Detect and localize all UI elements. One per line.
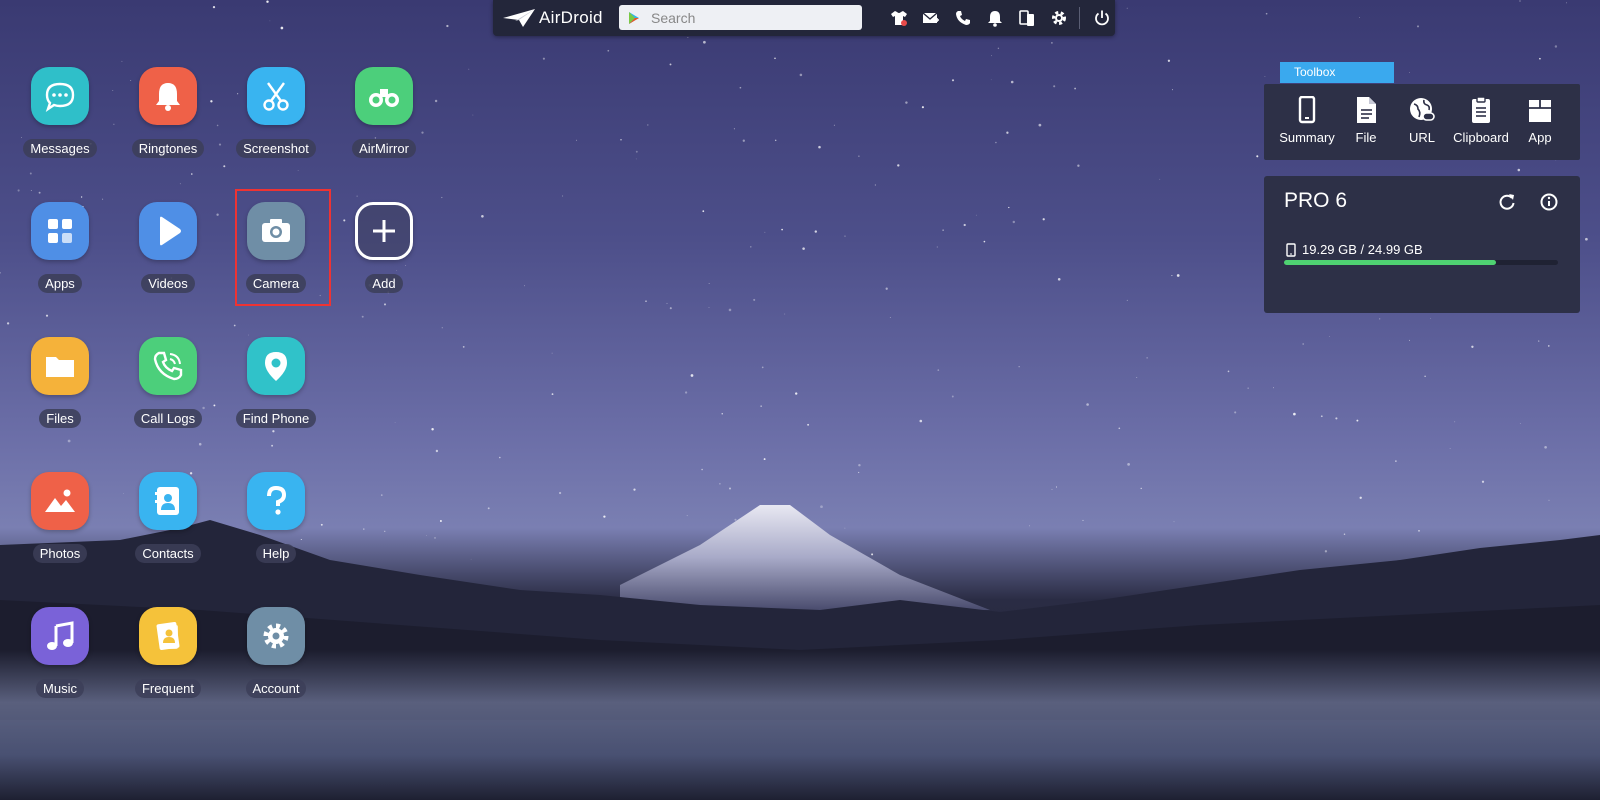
info-icon[interactable] bbox=[1539, 192, 1559, 212]
bell-icon[interactable] bbox=[979, 0, 1011, 36]
globe-link-icon bbox=[1410, 98, 1435, 121]
tool-label: File bbox=[1355, 130, 1377, 145]
refresh-icon[interactable] bbox=[1497, 192, 1517, 212]
app-label: Contacts bbox=[135, 544, 201, 563]
storage-info: 19.29 GB / 24.99 GB bbox=[1286, 242, 1423, 257]
folder-icon bbox=[31, 337, 89, 395]
toolbox-tab[interactable]: Toolbox bbox=[1280, 62, 1394, 83]
tool-label: Summary bbox=[1279, 130, 1335, 145]
search-box[interactable] bbox=[619, 5, 862, 30]
app-label: Ringtones bbox=[131, 139, 205, 158]
app-label: Help bbox=[255, 544, 297, 563]
app-frequent[interactable]: Frequent bbox=[113, 607, 223, 698]
app-label: Screenshot bbox=[236, 139, 316, 158]
phone-storage-icon bbox=[1286, 242, 1296, 257]
phone-icon[interactable] bbox=[947, 0, 979, 36]
app-label: Music bbox=[36, 679, 84, 698]
mountain-photo-icon bbox=[31, 472, 89, 530]
app-label: Account bbox=[245, 679, 307, 698]
toolbar-divider bbox=[1079, 7, 1080, 29]
app-ringtones[interactable]: Ringtones bbox=[113, 67, 223, 158]
app-music[interactable]: Music bbox=[5, 607, 115, 698]
app-help[interactable]: Help bbox=[221, 472, 331, 563]
binoculars-icon bbox=[355, 67, 413, 125]
app-label: Apps bbox=[38, 274, 82, 293]
app-videos[interactable]: Videos bbox=[113, 202, 223, 293]
app-contacts[interactable]: Contacts bbox=[113, 472, 223, 563]
question-icon bbox=[247, 472, 305, 530]
gear-icon bbox=[247, 607, 305, 665]
app-label: Files bbox=[39, 409, 81, 428]
tool-file[interactable]: File bbox=[1338, 84, 1394, 160]
app-label: Call Logs bbox=[133, 409, 203, 428]
message-bubble-icon bbox=[31, 67, 89, 125]
toolbox-panel: Summary File URL Clipboard App bbox=[1264, 84, 1580, 160]
power-icon[interactable] bbox=[1086, 0, 1118, 36]
search-input[interactable] bbox=[649, 8, 853, 27]
phone-summary-icon bbox=[1298, 96, 1316, 124]
app-label: Frequent bbox=[134, 679, 202, 698]
play-icon bbox=[139, 202, 197, 260]
clipboard-icon bbox=[1472, 96, 1490, 123]
paper-plane-icon bbox=[503, 9, 535, 27]
file-icon bbox=[1357, 97, 1376, 123]
app-photos[interactable]: Photos bbox=[5, 472, 115, 563]
mail-icon[interactable] bbox=[915, 0, 947, 36]
app-call-logs[interactable]: Call Logs bbox=[113, 337, 223, 428]
app-label: AirMirror bbox=[352, 139, 416, 158]
app-label: Photos bbox=[32, 544, 88, 563]
tool-label: URL bbox=[1408, 130, 1435, 145]
tool-url[interactable]: URL bbox=[1394, 84, 1450, 160]
app-files[interactable]: Files bbox=[5, 337, 115, 428]
app-screenshot[interactable]: Screenshot bbox=[221, 67, 331, 158]
music-note-icon bbox=[31, 607, 89, 665]
phone-call-icon bbox=[139, 337, 197, 395]
app-label: Find Phone bbox=[235, 409, 317, 428]
tool-label: Clipboard bbox=[1453, 130, 1509, 145]
plus-icon bbox=[355, 202, 413, 260]
app-add[interactable]: Add bbox=[329, 202, 439, 293]
app-apps[interactable]: Apps bbox=[5, 202, 115, 293]
device-name: PRO 6 bbox=[1284, 189, 1348, 212]
scissors-icon bbox=[247, 67, 305, 125]
tool-summary[interactable]: Summary bbox=[1276, 84, 1338, 160]
bell-icon bbox=[139, 67, 197, 125]
app-find-phone[interactable]: Find Phone bbox=[221, 337, 331, 428]
top-toolbar: AirDroid bbox=[493, 0, 1115, 36]
app-label: Messages bbox=[23, 139, 97, 158]
play-store-icon bbox=[629, 11, 639, 24]
app-label: Videos bbox=[141, 274, 195, 293]
airdroid-logo[interactable]: AirDroid bbox=[503, 7, 603, 29]
app-label: Add bbox=[365, 274, 403, 293]
app-messages[interactable]: Messages bbox=[5, 67, 115, 158]
app-account[interactable]: Account bbox=[221, 607, 331, 698]
selection-highlight bbox=[235, 189, 331, 306]
apps-grid-icon bbox=[31, 202, 89, 260]
device-summary-card: PRO 6 19.29 GB / 24.99 GB bbox=[1264, 176, 1580, 313]
tshirt-icon[interactable] bbox=[883, 0, 915, 36]
tool-app[interactable]: App bbox=[1512, 84, 1568, 160]
logo-text: AirDroid bbox=[539, 8, 603, 27]
app-box-icon bbox=[1529, 100, 1551, 122]
storage-text: 19.29 GB / 24.99 GB bbox=[1302, 242, 1423, 257]
location-pin-icon bbox=[247, 337, 305, 395]
app-airmirror[interactable]: AirMirror bbox=[329, 67, 439, 158]
frequent-contact-icon bbox=[139, 607, 197, 665]
tool-clipboard[interactable]: Clipboard bbox=[1450, 84, 1512, 160]
storage-bar-fill bbox=[1284, 260, 1496, 265]
tool-label: App bbox=[1528, 130, 1552, 145]
mirror-devices-icon[interactable] bbox=[1011, 0, 1043, 36]
contact-book-icon bbox=[139, 472, 197, 530]
gear-icon[interactable] bbox=[1043, 0, 1075, 36]
storage-bar bbox=[1284, 260, 1558, 265]
